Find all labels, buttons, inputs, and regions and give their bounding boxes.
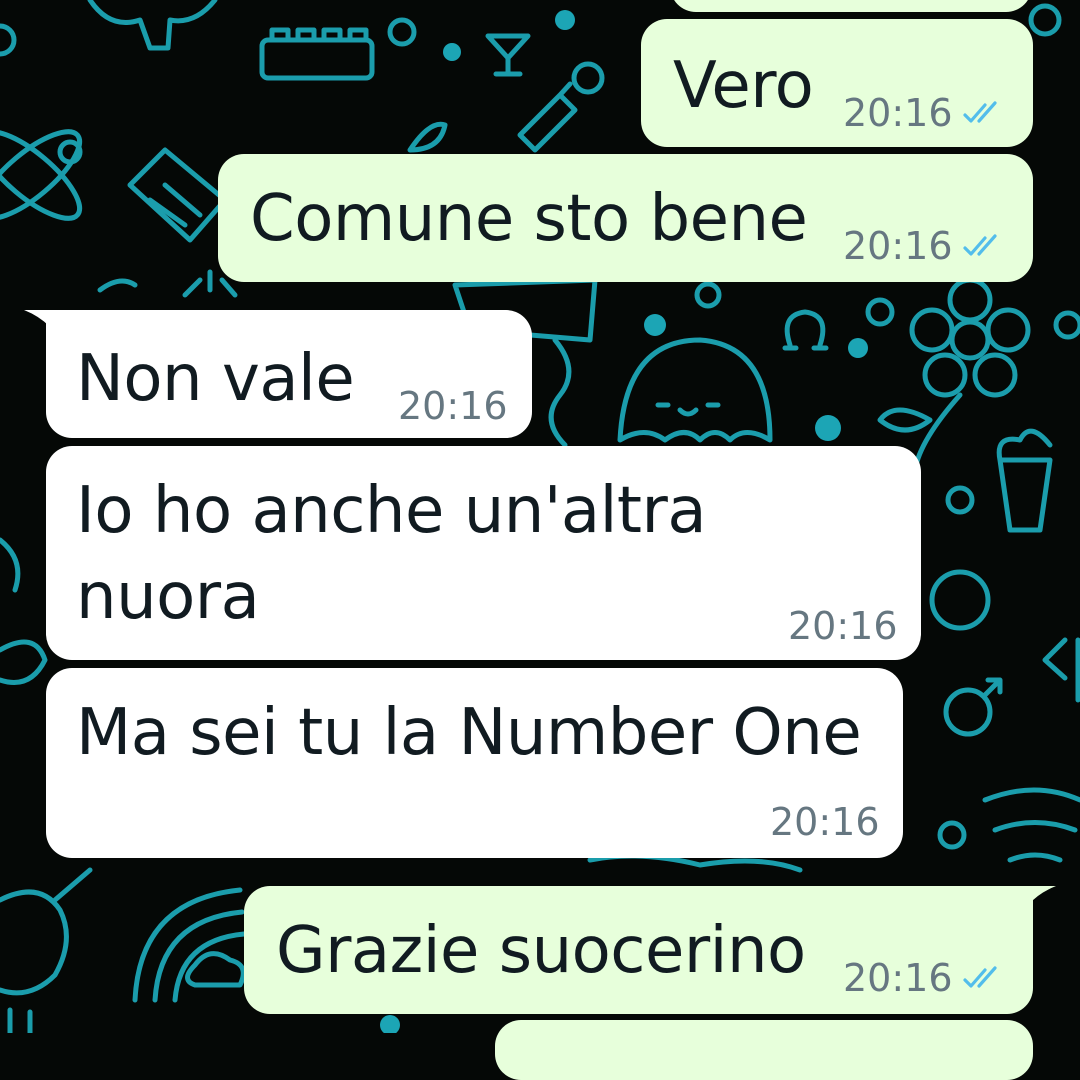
message-time: 20:16 [843, 224, 953, 268]
message-meta: 20:16 [843, 958, 1005, 998]
message-time: 20:16 [843, 91, 953, 135]
message-bubble-incoming[interactable]: Non vale 20:16 [46, 310, 532, 438]
message-meta: 20:16 [788, 606, 898, 646]
message-meta: 20:16 [843, 226, 1005, 266]
double-check-icon [962, 234, 997, 256]
double-check-icon [962, 101, 997, 123]
message-bubble-outgoing[interactable]: Comune sto bene 20:16 [218, 154, 1033, 282]
message-text-line-2: nuora [76, 560, 260, 634]
message-bubble-outgoing[interactable]: Grazie suocerino 20:16 [244, 886, 1033, 1014]
message-bubble-partial-bottom[interactable] [495, 1020, 1033, 1080]
message-bubble-incoming[interactable]: Ma sei tu la Number One 20:16 [46, 668, 903, 858]
message-meta: 20:16 [770, 802, 880, 842]
message-list[interactable]: Vero 20:16 Comune sto bene 20:16 Non val… [0, 0, 1080, 1080]
message-time: 20:16 [398, 384, 508, 428]
message-time: 20:16 [770, 800, 880, 844]
message-bubble-outgoing[interactable]: Vero 20:16 [641, 19, 1033, 147]
message-meta: 20:16 [843, 93, 1005, 133]
message-text-line-1: Io ho anche un'altra [76, 474, 707, 548]
message-meta: 20:16 [398, 386, 508, 426]
message-text: Grazie suocerino [276, 914, 806, 988]
double-check-icon [962, 966, 997, 988]
message-text: Ma sei tu la Number One [76, 696, 862, 770]
message-time: 20:16 [788, 604, 898, 648]
message-text: Non vale [76, 342, 355, 416]
message-text: Comune sto bene [250, 182, 808, 256]
message-bubble-incoming[interactable]: Io ho anche un'altra nuora 20:16 [46, 446, 921, 660]
message-bubble-partial-top[interactable] [670, 0, 1032, 12]
message-text: Vero [673, 49, 814, 123]
message-time: 20:16 [843, 956, 953, 1000]
